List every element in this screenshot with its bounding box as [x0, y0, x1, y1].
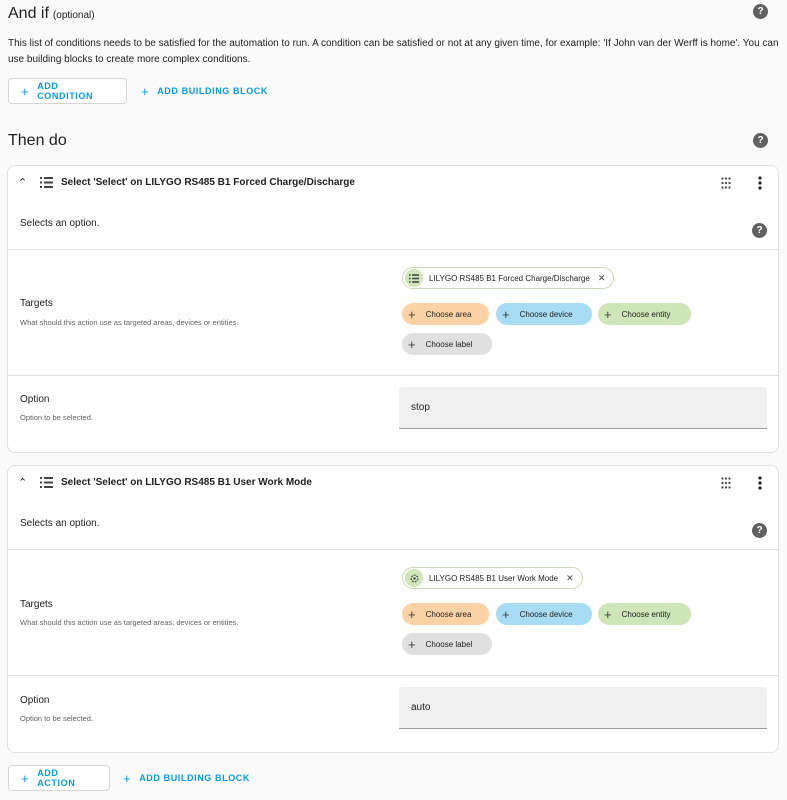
plus-icon: + [604, 306, 612, 322]
targets-label: Targets [20, 298, 53, 309]
choose-label-chip[interactable]: + Choose label [402, 333, 492, 355]
list-icon [40, 177, 53, 188]
more-vert-icon[interactable] [757, 176, 763, 190]
close-icon[interactable]: ✕ [598, 273, 606, 284]
add-building-block-button[interactable]: + ADD BUILDING BLOCK [141, 78, 268, 104]
plus-icon: + [21, 770, 30, 786]
divider [8, 375, 778, 376]
action-title: Select 'Select' on LILYGO RS485 B1 User … [61, 477, 312, 488]
choose-area-chip[interactable]: + Choose area [402, 603, 489, 625]
list-icon [405, 269, 423, 287]
add-action-label: ADD ACTION [37, 768, 76, 788]
choose-area-label: Choose area [425, 309, 472, 319]
then-do-header: Then do [8, 132, 67, 150]
help-icon[interactable]: ? [752, 523, 767, 538]
chevron-up-icon[interactable]: ⌃ [18, 476, 27, 489]
plus-icon: + [502, 606, 510, 622]
help-icon[interactable]: ? [753, 4, 768, 19]
option-subtitle: Option to be selected. [20, 413, 93, 422]
list-icon [40, 477, 53, 488]
choose-label-label: Choose label [425, 639, 473, 649]
close-icon[interactable]: ✕ [566, 573, 574, 584]
choose-label-chip[interactable]: + Choose label [402, 633, 492, 655]
divider [8, 675, 778, 676]
plus-icon: + [408, 336, 416, 352]
plus-icon: + [408, 606, 416, 622]
option-label: Option [20, 695, 50, 706]
drag-handle-icon[interactable] [721, 477, 731, 489]
action-card-header[interactable]: ⌃ Select 'Select' on LILYGO RS485 B1 Use… [8, 466, 778, 504]
choose-entity-chip[interactable]: + Choose entity [598, 303, 691, 325]
add-condition-button[interactable]: + ADD CONDITION [8, 78, 127, 104]
option-label: Option [20, 394, 50, 405]
and-if-header: And if (optional) [8, 5, 95, 23]
choose-device-chip[interactable]: + Choose device [496, 603, 592, 625]
plus-icon: + [123, 770, 132, 786]
option-subtitle: Option to be selected. [20, 714, 93, 723]
targets-subtitle: What should this action use as targeted … [20, 318, 239, 327]
action-title: Select 'Select' on LILYGO RS485 B1 Force… [61, 177, 355, 188]
entity-chip[interactable]: LILYGO RS485 B1 User Work Mode ✕ [402, 567, 583, 589]
add-building-block-label: ADD BUILDING BLOCK [139, 773, 250, 783]
action-card-header[interactable]: ⌃ Select 'Select' on LILYGO RS485 B1 For… [8, 166, 778, 204]
option-select[interactable]: auto [399, 687, 767, 729]
plus-icon: + [408, 306, 416, 322]
action-card: ⌃ Select 'Select' on LILYGO RS485 B1 Use… [7, 465, 779, 753]
action-description: Selects an option. [20, 518, 100, 529]
add-action-button[interactable]: + ADD ACTION [8, 765, 110, 791]
choose-device-label: Choose device [519, 609, 573, 619]
choose-entity-chip[interactable]: + Choose entity [598, 603, 691, 625]
action-description: Selects an option. [20, 218, 100, 229]
entity-chip-label: LILYGO RS485 B1 Forced Charge/Discharge [429, 273, 590, 283]
cog-icon [405, 569, 423, 587]
and-if-description: This list of conditions needs to be sati… [8, 38, 779, 65]
divider [8, 249, 778, 250]
choose-entity-label: Choose entity [621, 609, 671, 619]
divider [8, 549, 778, 550]
option-select[interactable]: stop [399, 387, 767, 429]
plus-icon: + [502, 306, 510, 322]
add-condition-label: ADD CONDITION [37, 81, 94, 101]
help-icon[interactable]: ? [752, 223, 767, 238]
choose-label-label: Choose label [425, 339, 473, 349]
and-if-title: And if [8, 5, 49, 22]
add-building-block-button[interactable]: + ADD BUILDING BLOCK [123, 765, 250, 791]
choose-area-label: Choose area [425, 609, 472, 619]
plus-icon: + [21, 83, 30, 99]
action-card: ⌃ Select 'Select' on LILYGO RS485 B1 For… [7, 165, 779, 453]
entity-chip[interactable]: LILYGO RS485 B1 Forced Charge/Discharge … [402, 267, 615, 289]
plus-icon: + [604, 606, 612, 622]
option-value: stop [411, 402, 430, 413]
plus-icon: + [408, 636, 416, 652]
then-do-title: Then do [8, 132, 67, 149]
option-value: auto [411, 702, 431, 713]
targets-label: Targets [20, 599, 53, 610]
drag-handle-icon[interactable] [721, 177, 731, 189]
choose-device-label: Choose device [519, 309, 573, 319]
entity-chip-label: LILYGO RS485 B1 User Work Mode [429, 573, 559, 583]
more-vert-icon[interactable] [757, 476, 763, 490]
add-building-block-label: ADD BUILDING BLOCK [157, 86, 268, 96]
choose-area-chip[interactable]: + Choose area [402, 303, 489, 325]
plus-icon: + [141, 83, 150, 99]
chevron-up-icon[interactable]: ⌃ [18, 176, 27, 189]
choose-entity-label: Choose entity [621, 309, 671, 319]
help-icon[interactable]: ? [753, 133, 768, 148]
choose-device-chip[interactable]: + Choose device [496, 303, 592, 325]
targets-subtitle: What should this action use as targeted … [20, 618, 239, 627]
optional-label: (optional) [52, 10, 95, 21]
